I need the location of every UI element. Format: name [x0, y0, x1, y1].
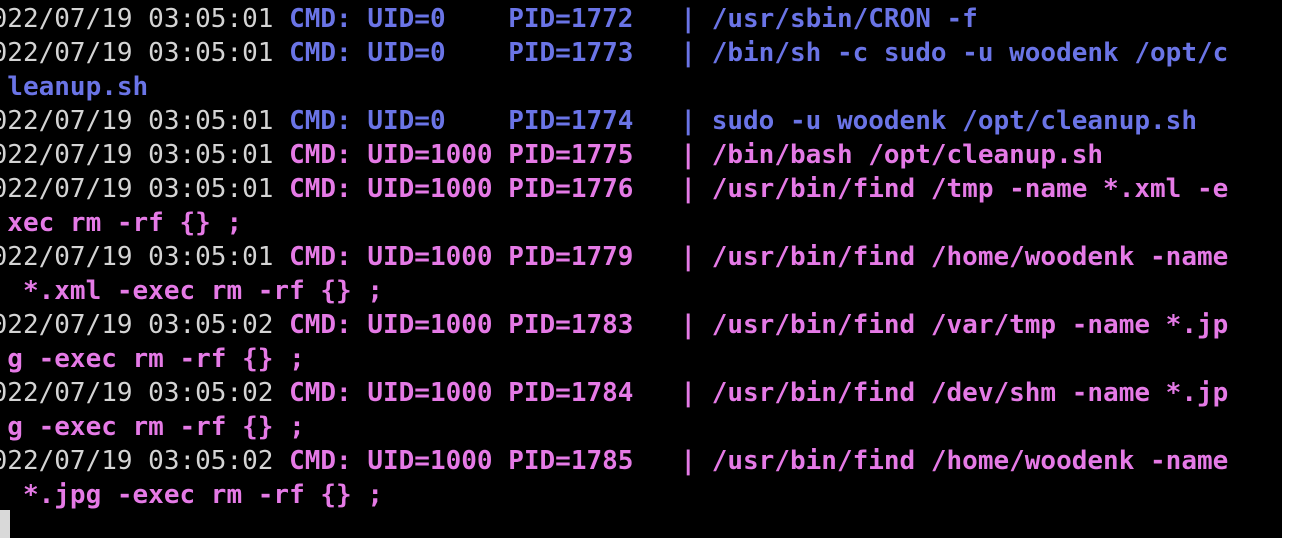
log-command: CMD: UID=1000 PID=1775 | /bin/bash /opt/… [273, 140, 1104, 170]
log-command: xec rm -rf {} ; [0, 208, 243, 238]
log-command: CMD: UID=0 PID=1774 | sudo -u woodenk /o… [273, 106, 1197, 136]
terminal-output: 2022/07/19 03:05:01 CMD: UID=0 PID=1772 … [0, 2, 1228, 512]
log-timestamp: 2022/07/19 03:05:01 [0, 242, 274, 272]
log-command: *.jpg -exec rm -rf {} ; [0, 480, 383, 510]
log-command: CMD: UID=1000 PID=1779 | /usr/bin/find /… [273, 242, 1229, 272]
log-timestamp: 2022/07/19 03:05:01 [0, 4, 274, 34]
log-line: 2022/07/19 03:05:02 CMD: UID=1000 PID=17… [0, 444, 1228, 478]
log-command: g -exec rm -rf {} ; [0, 344, 305, 374]
log-timestamp: 2022/07/19 03:05:02 [0, 378, 274, 408]
log-line: *.xml -exec rm -rf {} ; [0, 274, 1228, 308]
log-timestamp: 2022/07/19 03:05:01 [0, 106, 274, 136]
log-line: g -exec rm -rf {} ; [0, 410, 1228, 444]
log-line: *.jpg -exec rm -rf {} ; [0, 478, 1228, 512]
log-line: 2022/07/19 03:05:01 CMD: UID=1000 PID=17… [0, 138, 1228, 172]
log-line: xec rm -rf {} ; [0, 206, 1228, 240]
log-command: CMD: UID=1000 PID=1776 | /usr/bin/find /… [273, 174, 1229, 204]
log-command: *.xml -exec rm -rf {} ; [0, 276, 383, 306]
log-line: g -exec rm -rf {} ; [0, 342, 1228, 376]
log-timestamp: 2022/07/19 03:05:02 [0, 446, 274, 476]
log-command: CMD: UID=1000 PID=1784 | /usr/bin/find /… [273, 378, 1229, 408]
terminal-scrollbar[interactable] [1282, 0, 1302, 538]
terminal-window[interactable]: 2022/07/19 03:05:01 CMD: UID=0 PID=1772 … [0, 0, 1282, 538]
log-command: leanup.sh [7, 72, 149, 102]
log-line: 2022/07/19 03:05:01 CMD: UID=0 PID=1772 … [0, 2, 1228, 36]
log-command: CMD: UID=0 PID=1772 | /usr/sbin/CRON -f [273, 4, 978, 34]
log-timestamp: 2022/07/19 03:05:01 [0, 174, 274, 204]
log-line: 2022/07/19 03:05:01 CMD: UID=1000 PID=17… [0, 172, 1228, 206]
terminal-cursor [0, 510, 10, 538]
log-line: 2022/07/19 03:05:01 CMD: UID=0 PID=1773 … [0, 36, 1228, 70]
log-line: 2022/07/19 03:05:01 CMD: UID=1000 PID=17… [0, 240, 1228, 274]
log-timestamp: 2022/07/19 03:05:01 [0, 38, 274, 68]
log-line: leanup.sh [0, 70, 1228, 104]
log-command: CMD: UID=1000 PID=1785 | /usr/bin/find /… [273, 446, 1229, 476]
log-line: 2022/07/19 03:05:02 CMD: UID=1000 PID=17… [0, 308, 1228, 342]
log-timestamp: 2022/07/19 03:05:02 [0, 310, 274, 340]
log-line: 2022/07/19 03:05:01 CMD: UID=0 PID=1774 … [0, 104, 1228, 138]
log-command: CMD: UID=1000 PID=1783 | /usr/bin/find /… [273, 310, 1229, 340]
log-line: 2022/07/19 03:05:02 CMD: UID=1000 PID=17… [0, 376, 1228, 410]
log-command: g -exec rm -rf {} ; [0, 412, 305, 442]
log-command: CMD: UID=0 PID=1773 | /bin/sh -c sudo -u… [273, 38, 1229, 68]
log-timestamp: 2022/07/19 03:05:01 [0, 140, 274, 170]
